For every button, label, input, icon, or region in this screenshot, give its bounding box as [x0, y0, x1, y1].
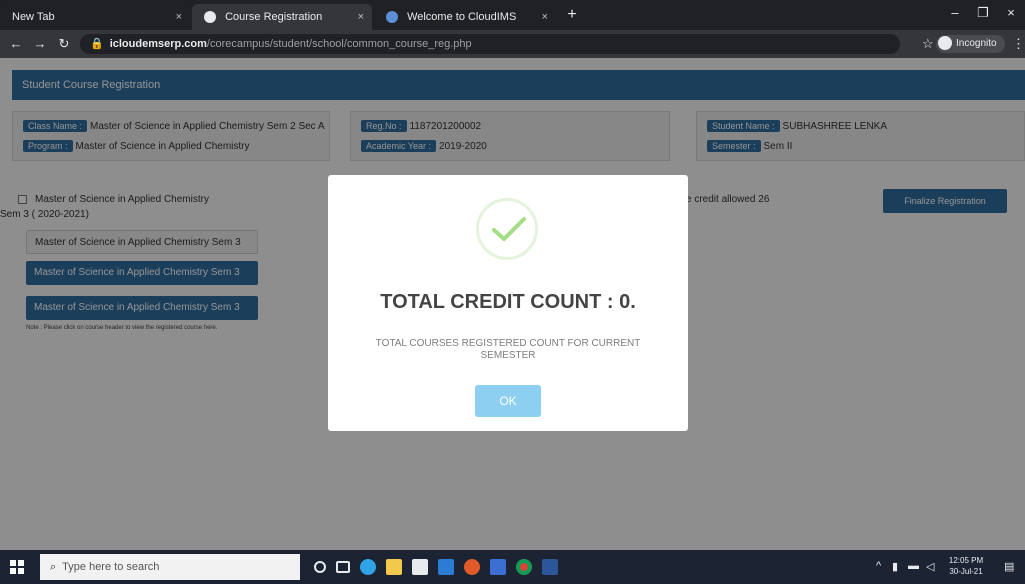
- dialog-message: TOTAL COURSES REGISTERED COUNT FOR CURRE…: [375, 338, 641, 361]
- search-icon: ⌕: [50, 561, 57, 573]
- cloud-icon: [386, 11, 398, 24]
- profile-label: Incognito: [956, 38, 997, 49]
- reload-button[interactable]: ↻: [56, 36, 72, 52]
- store-icon[interactable]: [412, 559, 428, 575]
- task-view-icon[interactable]: [336, 561, 350, 573]
- network-icon[interactable]: ▮: [892, 560, 898, 573]
- address-path: /corecampus/student/school/common_course…: [206, 38, 472, 50]
- back-button[interactable]: ←: [8, 36, 24, 51]
- tab-welcome-cloudims[interactable]: Welcome to CloudIMS ×: [374, 4, 556, 30]
- tab-course-registration[interactable]: Course Registration ×: [192, 4, 372, 30]
- close-icon[interactable]: ×: [176, 4, 182, 30]
- close-icon[interactable]: ×: [542, 4, 548, 30]
- address-bar[interactable]: 🔒 icloudemserp.com/corecampus/student/sch…: [80, 34, 900, 54]
- windows-start-icon[interactable]: [10, 560, 24, 574]
- dialog-title: TOTAL CREDIT COUNT : 0.: [380, 291, 636, 313]
- calendar-icon[interactable]: [490, 559, 506, 575]
- kebab-menu-icon[interactable]: ⋮: [1012, 36, 1025, 52]
- minimize-button[interactable]: –: [943, 5, 967, 20]
- tab-label: New Tab: [12, 11, 55, 23]
- word-icon[interactable]: [542, 559, 558, 575]
- forward-button[interactable]: →: [32, 36, 48, 51]
- browser-tab-strip: New Tab × Course Registration × Welcome …: [0, 0, 1025, 30]
- close-window-button[interactable]: ×: [999, 5, 1023, 20]
- tab-new-tab[interactable]: New Tab ×: [0, 4, 190, 30]
- maximize-button[interactable]: ❐: [971, 5, 995, 21]
- battery-icon[interactable]: ▬: [908, 560, 919, 572]
- media-icon[interactable]: [464, 559, 480, 575]
- file-explorer-icon[interactable]: [386, 559, 402, 575]
- tab-label: Welcome to CloudIMS: [407, 11, 517, 23]
- globe-icon: [204, 11, 216, 24]
- edge-icon[interactable]: [360, 559, 376, 575]
- success-check-icon: [476, 198, 538, 260]
- page-content: Student Course Registration Class Name :…: [0, 58, 1025, 550]
- search-placeholder: Type here to search: [62, 561, 160, 573]
- volume-icon[interactable]: ◁: [926, 560, 934, 573]
- taskbar-search-input[interactable]: ⌕ Type here to search: [40, 554, 300, 580]
- incognito-icon: [938, 36, 952, 51]
- new-tab-button[interactable]: +: [562, 6, 582, 24]
- ok-button[interactable]: OK: [475, 385, 541, 417]
- cortana-icon[interactable]: [314, 561, 326, 573]
- star-icon[interactable]: ☆: [922, 36, 934, 52]
- windows-taskbar: ⌕ Type here to search ^ ▮ ▬ ◁ 12:05 PM 30…: [0, 550, 1025, 584]
- mail-icon[interactable]: [438, 559, 454, 575]
- browser-toolbar: ← → ↻ 🔒 icloudemserp.com/corecampus/stude…: [0, 30, 1025, 58]
- notifications-icon[interactable]: ▤: [1004, 560, 1014, 573]
- close-icon[interactable]: ×: [358, 4, 364, 30]
- tab-label: Course Registration: [225, 11, 323, 23]
- address-host: icloudemserp.com: [109, 38, 207, 50]
- chrome-icon[interactable]: [516, 559, 532, 575]
- credit-count-dialog: TOTAL CREDIT COUNT : 0. TOTAL COURSES RE…: [328, 175, 688, 431]
- taskbar-clock[interactable]: 12:05 PM 30-Jul-21: [948, 555, 984, 577]
- clock-date: 30-Jul-21: [949, 567, 983, 576]
- clock-time: 12:05 PM: [948, 556, 984, 565]
- lock-icon: 🔒: [90, 38, 104, 50]
- tray-chevron-icon[interactable]: ^: [876, 560, 881, 572]
- incognito-profile-button[interactable]: Incognito: [936, 35, 1005, 53]
